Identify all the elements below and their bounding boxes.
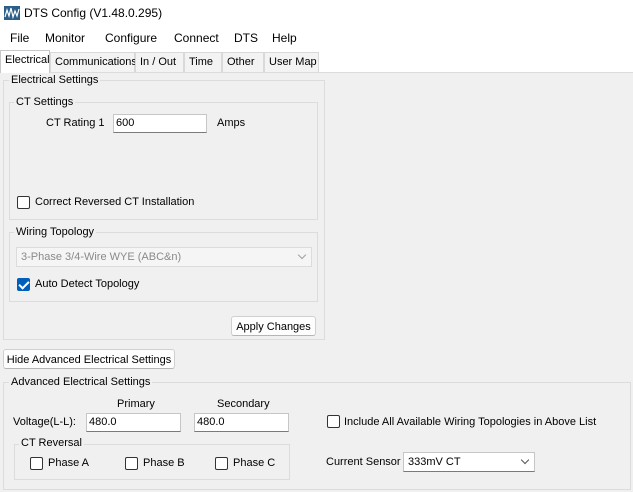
wiring-topology-label: Wiring Topology [14,226,97,238]
phase-a-label: Phase A [48,457,89,469]
secondary-voltage-input[interactable]: 480.0 [194,413,289,432]
menu-dts[interactable]: DTS [234,31,258,45]
menu-connect[interactable]: Connect [174,31,219,45]
menu-help[interactable]: Help [272,31,297,45]
ct-settings-label: CT Settings [14,96,76,108]
menu-configure[interactable]: Configure [105,31,157,45]
chevron-down-icon [297,250,307,260]
auto-detect-topology-checkbox[interactable] [17,278,30,291]
tab-communications[interactable]: Communications [50,52,137,72]
wiring-topology-value: 3-Phase 3/4-Wire WYE (ABC&n) [21,251,182,263]
current-sensor-label: Current Sensor [326,456,401,468]
voltage-label: Voltage(L-L): [13,416,76,428]
correct-reversed-ct-checkbox[interactable] [17,196,30,209]
current-sensor-value: 333mV CT [408,456,461,468]
chevron-down-icon [520,455,530,465]
phase-c-checkbox[interactable] [215,457,228,470]
tab-electrical[interactable]: Electrical [0,50,50,73]
auto-detect-topology-label: Auto Detect Topology [35,278,140,290]
electrical-settings-label: Electrical Settings [9,74,101,86]
primary-label: Primary [117,398,155,410]
ct-rating-unit: Amps [217,117,246,129]
menu-bar [0,28,633,50]
apply-changes-button[interactable]: Apply Changes [231,316,316,336]
tab-other[interactable]: Other [222,52,264,72]
include-topologies-checkbox[interactable] [327,415,340,428]
phase-b-label: Phase B [143,457,185,469]
phase-c-label: Phase C [233,457,276,469]
include-topologies-label: Include All Available Wiring Topologies … [344,416,597,428]
tab-in-out[interactable]: In / Out [135,52,184,72]
ct-reversal-label: CT Reversal [19,437,84,449]
app-waveform-icon [4,6,20,20]
phase-b-checkbox[interactable] [125,457,138,470]
correct-reversed-ct-label: Correct Reversed CT Installation [35,196,195,208]
wiring-topology-dropdown[interactable]: 3-Phase 3/4-Wire WYE (ABC&n) [16,247,312,267]
menu-monitor[interactable]: Monitor [45,31,85,45]
primary-voltage-input[interactable]: 480.0 [86,413,181,432]
hide-advanced-button[interactable]: Hide Advanced Electrical Settings [3,349,175,369]
advanced-settings-label: Advanced Electrical Settings [9,376,153,388]
secondary-label: Secondary [217,398,270,410]
current-sensor-dropdown[interactable]: 333mV CT [403,452,535,472]
menu-file[interactable]: File [10,31,29,45]
wiring-topology-group [9,232,318,302]
tab-time[interactable]: Time [184,52,222,72]
ct-rating-label: CT Rating 1 [46,117,105,129]
tab-user-map[interactable]: User Map [264,52,319,72]
phase-a-checkbox[interactable] [30,457,43,470]
ct-rating-input[interactable]: 600 [113,114,207,133]
window-title: DTS Config (V1.48.0.295) [24,6,163,20]
